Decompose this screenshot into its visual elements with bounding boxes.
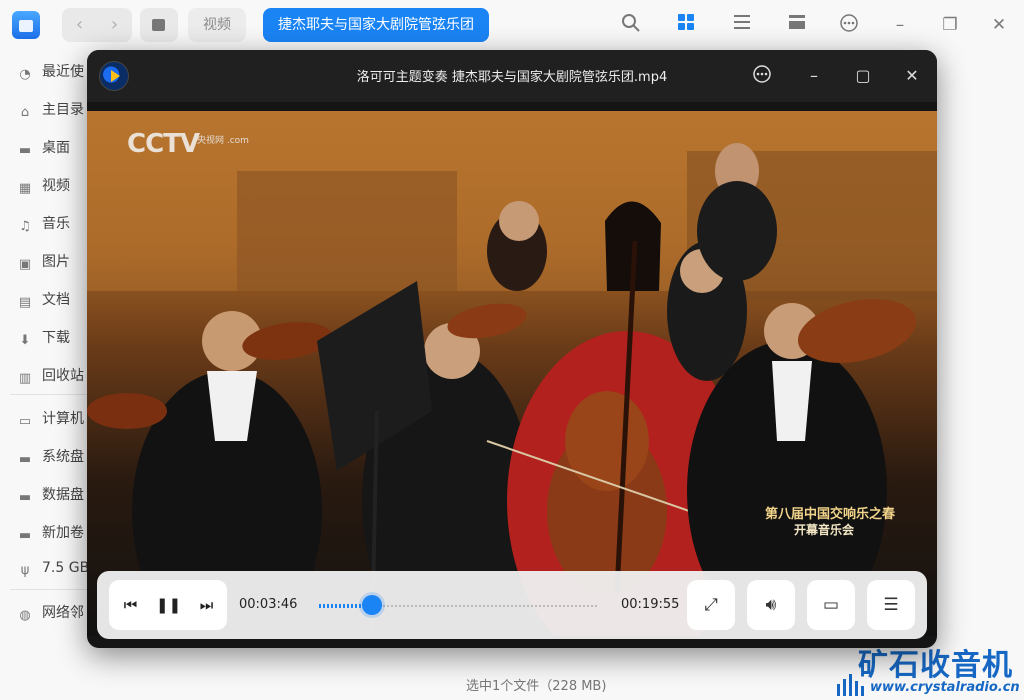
current-time: 00:03:46	[239, 597, 298, 612]
file-manager-logo	[12, 11, 40, 39]
sidebar-item-data-disk[interactable]: ▬ 数据盘	[18, 484, 84, 506]
player-controls: ⏮ ❚❚ ⏭ 00:03:46 00:19:55 ⤢ 🔊︎ ▭ ☰	[97, 571, 927, 639]
sidebar-item-downloads[interactable]: ⬇ 下载	[18, 327, 70, 349]
computer-icon: ▭	[18, 414, 32, 429]
volume-icon[interactable]: 🔊︎	[747, 580, 795, 630]
search-icon[interactable]	[619, 13, 643, 37]
desktop-icon: ▬	[18, 143, 32, 158]
sidebar-item-label: 音乐	[42, 216, 70, 232]
detail-view-icon[interactable]	[785, 13, 809, 37]
watermark: 矿石收音机 www.crystalradio.cn	[830, 640, 1020, 698]
sidebar-item-label: 回收站	[42, 368, 84, 384]
sidebar-item-documents[interactable]: ▤ 文档	[18, 289, 70, 311]
home-icon: ⌂	[20, 105, 30, 120]
sidebar-item-label: 网络邻	[42, 605, 84, 621]
sidebar-divider	[10, 589, 90, 590]
usb-icon: ψ	[20, 563, 30, 578]
status-bar-text: 选中1个文件（228 MB)	[466, 679, 607, 694]
sidebar-item-label: 图片	[42, 254, 70, 270]
back-icon[interactable]: ‹	[62, 8, 97, 42]
grid-view-icon[interactable]	[674, 13, 698, 37]
sidebar-item-label: 数据盘	[42, 487, 84, 503]
toolbar: ‹ › 视频 捷杰耶夫与国家大剧院管弦乐团 – ❐ ✕	[0, 0, 1024, 50]
sidebar-item-label: 视频	[42, 178, 70, 194]
player-titlebar: 洛可可主题变奏 捷杰耶夫与国家大剧院管弦乐团.mp4 – ▢ ✕	[87, 50, 937, 102]
network-icon: ◍	[19, 608, 31, 623]
sidebar-item-label: 7.5 GB	[42, 560, 90, 576]
video-caption-line1: 第八届中国交响乐之春	[765, 507, 896, 522]
screen-cast-icon[interactable]: ▭	[807, 580, 855, 630]
restore-icon[interactable]: ❐	[938, 13, 962, 37]
video-player-window: 洛可可主题变奏 捷杰耶夫与国家大剧院管弦乐团.mp4 – ▢ ✕ CCTV 央视…	[87, 50, 937, 648]
sidebar-item-network[interactable]: ◍ 网络邻	[18, 602, 84, 624]
channel-logo-subtitle: 央视网 .com	[197, 136, 249, 146]
sidebar-item-desktop[interactable]: ▬ 桌面	[18, 137, 70, 159]
sidebar-item-pictures[interactable]: ▣ 图片	[18, 251, 70, 273]
player-minimize-icon[interactable]: –	[802, 64, 826, 88]
trash-icon: ▥	[18, 371, 32, 386]
sidebar-item-label: 桌面	[42, 140, 70, 156]
sidebar-item-label: 下载	[42, 330, 70, 346]
sidebar-item-label: 系统盘	[42, 449, 84, 465]
clock-icon: ◔	[19, 67, 31, 82]
player-maximize-icon[interactable]: ▢	[851, 64, 875, 88]
progress-handle[interactable]	[361, 595, 382, 615]
disk-icon: ▬	[18, 452, 32, 467]
sidebar-item-home[interactable]: ⌂ 主目录	[18, 99, 84, 121]
fullscreen-icon[interactable]: ⤢	[687, 580, 735, 630]
sidebar-item-trash[interactable]: ▥ 回收站	[18, 365, 84, 387]
sidebar-item-computer[interactable]: ▭ 计算机	[18, 408, 84, 430]
sidebar-item-usb-drive[interactable]: ψ 7.5 GB	[18, 560, 89, 582]
player-menu-icon[interactable]	[750, 64, 774, 88]
sidebar-item-recent[interactable]: ◔ 最近使	[18, 61, 84, 83]
sidebar-item-label: 文档	[42, 292, 70, 308]
more-icon[interactable]	[837, 13, 861, 37]
file-manager-window: ‹ › 视频 捷杰耶夫与国家大剧院管弦乐团 – ❐ ✕ ◔ 最近使 ⌂ 主目录 ▬ 桌…	[0, 0, 1024, 700]
breadcrumb-current-folder[interactable]: 捷杰耶夫与国家大剧院管弦乐团	[263, 8, 489, 42]
watermark-url: www.crystalradio.cn	[870, 680, 1020, 695]
music-icon: ♫	[19, 219, 31, 234]
sidebar-item-system-disk[interactable]: ▬ 系统盘	[18, 446, 84, 468]
pause-icon[interactable]: ❚❚	[149, 580, 188, 630]
previous-icon[interactable]: ⏮	[111, 580, 150, 630]
sidebar-item-videos[interactable]: ▦ 视频	[18, 175, 70, 197]
sidebar-divider	[10, 394, 90, 395]
close-icon[interactable]: ✕	[987, 13, 1011, 37]
minimize-icon[interactable]: –	[888, 13, 912, 37]
picture-icon: ▣	[18, 257, 32, 272]
player-close-icon[interactable]: ✕	[900, 64, 924, 88]
sidebar-item-music[interactable]: ♫ 音乐	[18, 213, 70, 235]
playlist-icon[interactable]: ☰	[867, 580, 915, 630]
total-time: 00:19:55	[621, 597, 680, 612]
progress-bar[interactable]	[319, 595, 597, 615]
sidebar-toggle-icon[interactable]	[140, 8, 178, 42]
video-frame[interactable]: CCTV 央视网 .com 第八届中国交响乐之春 开幕音乐会	[87, 111, 937, 636]
breadcrumb-videos[interactable]: 视频	[188, 8, 246, 42]
download-icon: ⬇	[19, 333, 31, 348]
sidebar-item-label: 主目录	[42, 102, 84, 118]
sidebar: ◔ 最近使 ⌂ 主目录 ▬ 桌面 ▦ 视频 ♫ 音乐 ▣ 图片 ▤ 文档 ⬇ 下载 ▥ 回收站 ▭…	[0, 50, 90, 700]
sidebar-item-label: 计算机	[42, 411, 84, 427]
sidebar-item-new-volume[interactable]: ▬ 新加卷	[18, 522, 84, 544]
disk-icon: ▬	[18, 490, 32, 505]
list-view-icon[interactable]	[730, 13, 754, 37]
forward-icon[interactable]: ›	[97, 8, 132, 42]
playback-buttons: ⏮ ❚❚ ⏭	[109, 580, 227, 630]
concert-scene-image	[87, 111, 937, 636]
channel-logo: CCTV	[127, 129, 200, 159]
radio-signal-icon	[837, 674, 864, 696]
sidebar-item-label: 新加卷	[42, 525, 84, 541]
navigation-buttons: ‹ ›	[62, 8, 132, 42]
video-caption-line2: 开幕音乐会	[794, 523, 855, 537]
disk-icon: ▬	[18, 528, 32, 543]
next-icon[interactable]: ⏭	[187, 580, 226, 630]
video-icon: ▦	[18, 181, 32, 196]
document-icon: ▤	[18, 295, 32, 310]
sidebar-item-label: 最近使	[42, 64, 84, 80]
